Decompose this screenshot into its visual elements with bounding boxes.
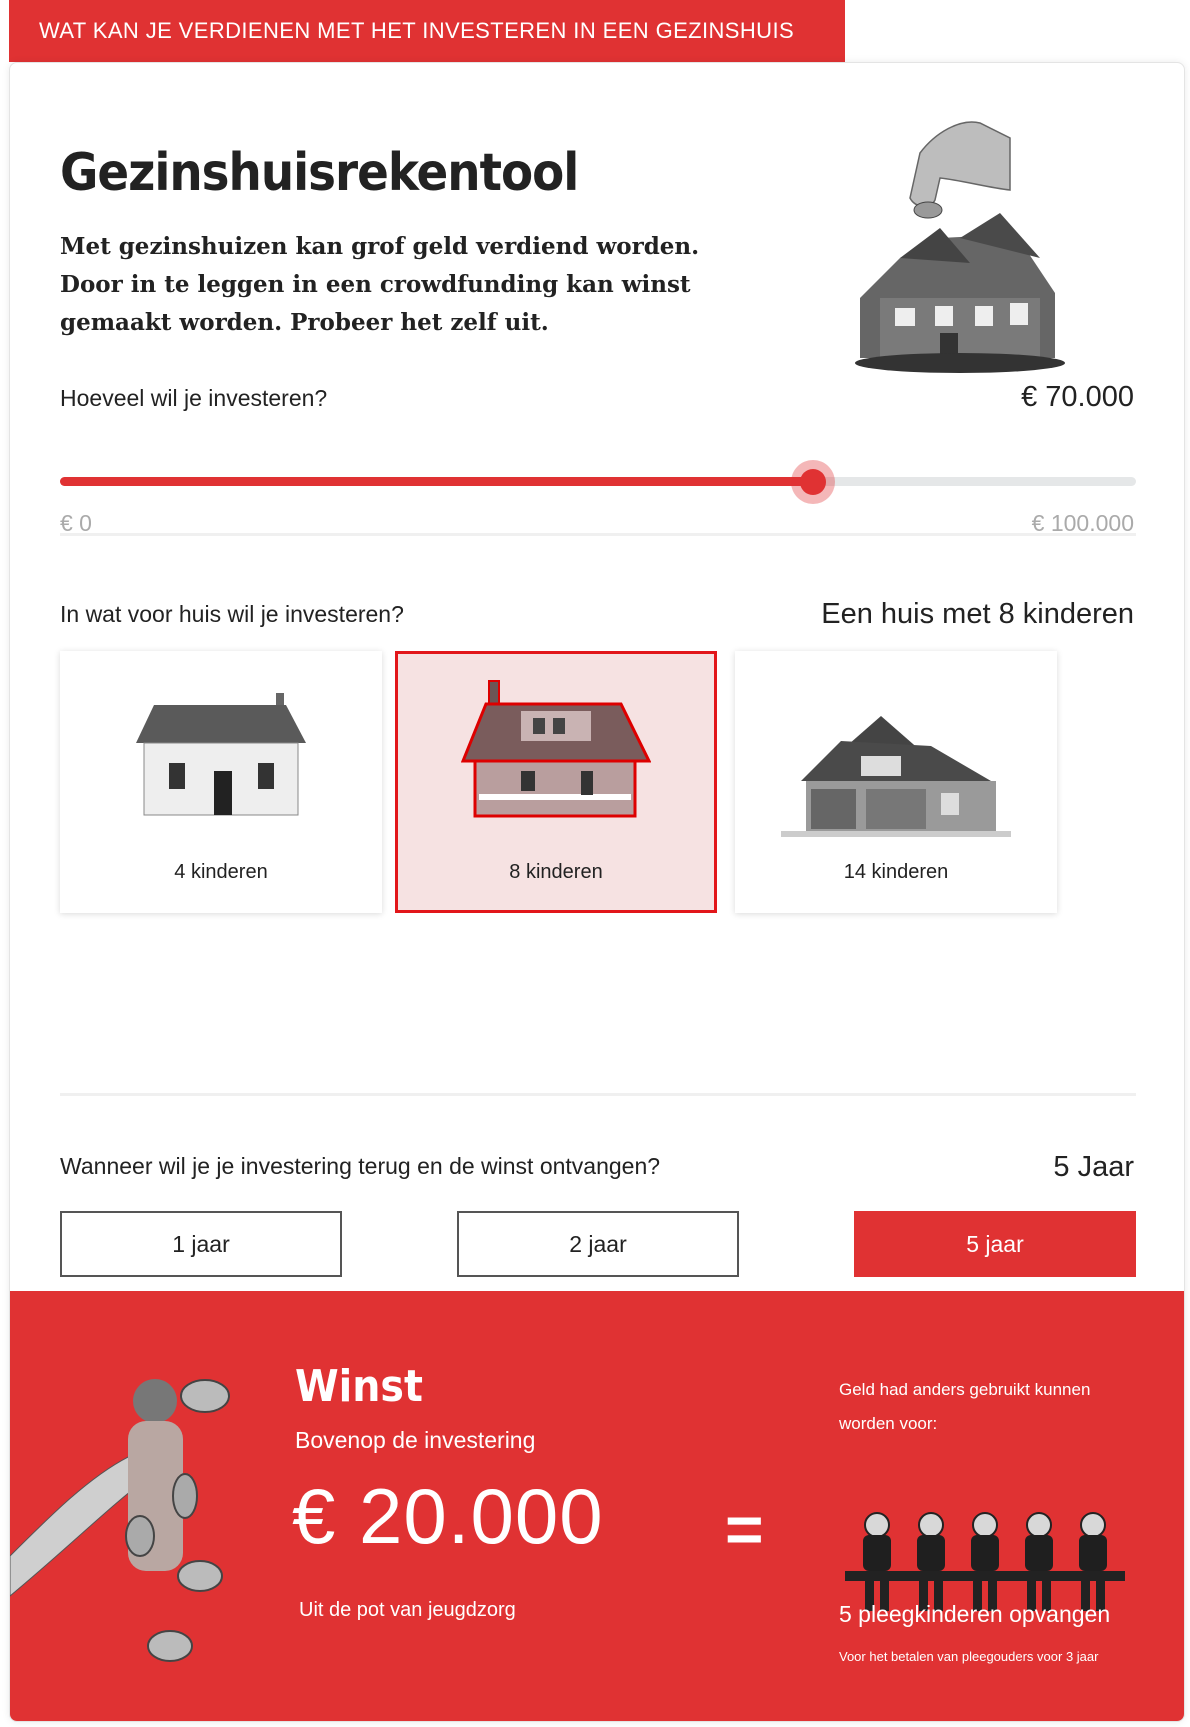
divider <box>60 533 1136 536</box>
investment-slider[interactable] <box>60 460 1136 504</box>
child-coins-image <box>10 1379 230 1662</box>
result-title: Winst <box>295 1361 423 1412</box>
intro-text: Met gezinshuizen kan grof geld verdiend … <box>60 233 700 336</box>
medium-house-icon <box>461 680 651 818</box>
investment-question: Hoeveel wil je investeren? <box>60 385 328 411</box>
foster-child-figure <box>863 1512 891 1611</box>
equals-sign: = <box>725 1492 764 1566</box>
house-selected-label: Een huis met 8 kinderen <box>821 598 1134 630</box>
divider <box>60 1093 1136 1096</box>
house-option-large[interactable]: 14 kinderen <box>735 651 1057 913</box>
calculator-card: Gezinshuisrekentool Met gezinshuizen kan… <box>9 62 1185 1722</box>
house-option-label: 4 kinderen <box>174 861 268 883</box>
result-source-note: Uit de pot van jeugdzorg <box>299 1599 516 1621</box>
house-question: In wat voor huis wil je investeren? <box>60 601 404 627</box>
term-question: Wanneer wil je je investering terug en d… <box>60 1153 661 1179</box>
banner: WAT KAN JE VERDIENEN MET HET INVESTEREN … <box>9 0 845 62</box>
slider-thumb[interactable] <box>791 460 836 504</box>
house-option-medium[interactable]: 8 kinderen <box>395 651 717 913</box>
alternative-main: 5 pleegkinderen opvangen <box>839 1601 1111 1627</box>
result-panel: Winst Bovenop de investering € 20.000 Ui… <box>10 1291 1184 1721</box>
alternative-heading: Geld had anders gebruikt kunnen worden v… <box>839 1380 1091 1433</box>
page-title: Gezinshuisrekentool <box>60 143 579 203</box>
foster-child-figure <box>917 1512 945 1611</box>
foster-child-figure <box>971 1512 999 1611</box>
alternative-note: Voor het betalen van pleegouders voor 3 … <box>839 1649 1099 1664</box>
foster-child-figure <box>1079 1512 1107 1611</box>
term-5-year-button[interactable]: 5 jaar <box>854 1211 1136 1277</box>
small-house-icon <box>136 693 306 816</box>
large-house-icon <box>781 716 1011 837</box>
term-selected-label: 5 Jaar <box>1053 1151 1134 1183</box>
foster-child-figure <box>1025 1512 1053 1611</box>
slider-fill <box>60 477 814 486</box>
term-2-year-button[interactable]: 2 jaar <box>457 1211 739 1277</box>
investment-value: € 70.000 <box>1021 381 1134 413</box>
term-1-year-button[interactable]: 1 jaar <box>60 1211 342 1277</box>
house-option-label: 14 kinderen <box>843 861 949 883</box>
house-option-label: 8 kinderen <box>509 861 603 883</box>
result-amount: € 20.000 <box>292 1472 604 1560</box>
hero-house-coin-image <box>855 121 1065 373</box>
result-subtitle: Bovenop de investering <box>295 1427 536 1453</box>
banner-text: WAT KAN JE VERDIENEN MET HET INVESTEREN … <box>39 18 795 43</box>
house-option-small[interactable]: 4 kinderen <box>60 651 382 913</box>
